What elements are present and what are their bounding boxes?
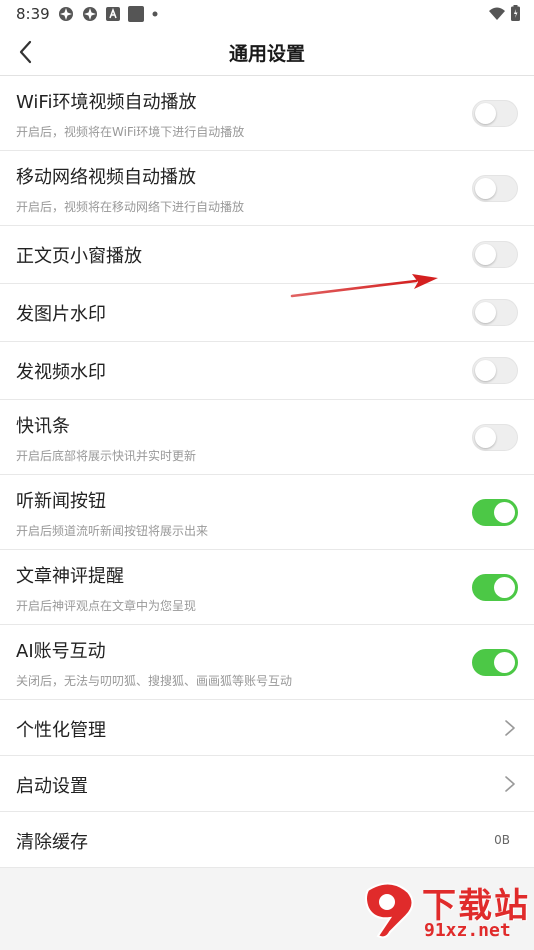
status-time: 8:39 (16, 5, 50, 23)
nav-title: 清除缓存 (16, 832, 88, 853)
setting-ai-account-interaction[interactable]: AI账号互动 关闭后，无法与叨叨狐、搜搜狐、画画狐等账号互动 (0, 625, 534, 700)
setting-wifi-autoplay[interactable]: WiFi环境视频自动播放 开启后，视频将在WiFi环境下进行自动播放 (0, 76, 534, 151)
setting-image-watermark[interactable]: 发图片水印 (0, 284, 534, 342)
setting-description: 开启后，视频将在WiFi环境下进行自动播放 (16, 125, 245, 139)
comment-reminder-toggle[interactable] (472, 574, 518, 601)
site-logo-icon (365, 882, 414, 939)
setting-title: 文章神评提醒 (16, 566, 124, 587)
wifi-icon (489, 7, 505, 20)
nav-clear-cache[interactable]: 清除缓存 0B (0, 812, 534, 868)
setting-title: 发图片水印 (16, 304, 106, 325)
setting-description: 开启后神评观点在文章中为您呈现 (16, 599, 197, 613)
setting-title: 移动网络视频自动播放 (16, 167, 196, 188)
wifi-autoplay-toggle[interactable] (472, 100, 518, 127)
image-notification-icon (127, 6, 144, 22)
toggle-knob (494, 577, 515, 598)
setting-title: 快讯条 (16, 416, 70, 437)
image-watermark-toggle[interactable] (472, 299, 518, 326)
toggle-knob (475, 302, 496, 323)
setting-listen-news-button[interactable]: 听新闻按钮 开启后频道流听新闻按钮将展示出来 (0, 475, 534, 550)
setting-description: 开启后，视频将在移动网络下进行自动播放 (16, 200, 245, 214)
cache-size-value: 0B (494, 833, 510, 847)
toggle-knob (494, 652, 515, 673)
news-flash-bar-toggle[interactable] (472, 424, 518, 451)
site-watermark: 下载站 91xz.net (360, 878, 530, 946)
mobile-autoplay-toggle[interactable] (472, 175, 518, 202)
mini-window-play-toggle[interactable] (472, 241, 518, 268)
status-bar: 8:39 (0, 0, 534, 28)
toggle-knob (475, 178, 496, 199)
chevron-right-icon (505, 720, 515, 736)
setting-comment-reminder[interactable]: 文章神评提醒 开启后神评观点在文章中为您呈现 (0, 550, 534, 625)
setting-description: 开启后底部将展示快讯并实时更新 (16, 449, 197, 463)
watermark-url: 91xz.net (424, 920, 511, 941)
setting-description: 关闭后，无法与叨叨狐、搜搜狐、画画狐等账号互动 (16, 674, 293, 688)
nav-personalization[interactable]: 个性化管理 (0, 700, 534, 756)
more-notifications-dot-icon (152, 11, 158, 17)
video-watermark-toggle[interactable] (472, 357, 518, 384)
setting-title: 听新闻按钮 (16, 491, 106, 512)
setting-title: AI账号互动 (16, 641, 106, 662)
font-notification-icon (105, 7, 120, 21)
setting-title: WiFi环境视频自动播放 (16, 92, 197, 113)
setting-title: 正文页小窗播放 (16, 246, 142, 267)
setting-news-flash-bar[interactable]: 快讯条 开启后底部将展示快讯并实时更新 (0, 400, 534, 475)
setting-mini-window-play[interactable]: 正文页小窗播放 (0, 226, 534, 284)
setting-title: 发视频水印 (16, 362, 106, 383)
toggle-knob (475, 103, 496, 124)
nav-title: 启动设置 (16, 776, 88, 797)
page-title: 通用设置 (228, 43, 305, 65)
toggle-knob (475, 360, 496, 381)
nav-startup-settings[interactable]: 启动设置 (0, 756, 534, 812)
setting-description: 开启后频道流听新闻按钮将展示出来 (16, 524, 209, 538)
settings-list: WiFi环境视频自动播放 开启后，视频将在WiFi环境下进行自动播放 移动网络视… (0, 76, 534, 868)
navigation-header: 通用设置 (0, 28, 534, 76)
nav-title: 个性化管理 (16, 720, 106, 741)
chevron-right-icon (505, 776, 515, 792)
toggle-knob (475, 244, 496, 265)
setting-mobile-autoplay[interactable]: 移动网络视频自动播放 开启后，视频将在移动网络下进行自动播放 (0, 151, 534, 226)
app-notification-icon (82, 7, 97, 21)
ai-account-interaction-toggle[interactable] (472, 649, 518, 676)
battery-icon (511, 5, 520, 21)
app-notification-icon (58, 7, 73, 21)
toggle-knob (494, 502, 515, 523)
setting-video-watermark[interactable]: 发视频水印 (0, 342, 534, 400)
toggle-knob (475, 427, 496, 448)
listen-news-button-toggle[interactable] (472, 499, 518, 526)
